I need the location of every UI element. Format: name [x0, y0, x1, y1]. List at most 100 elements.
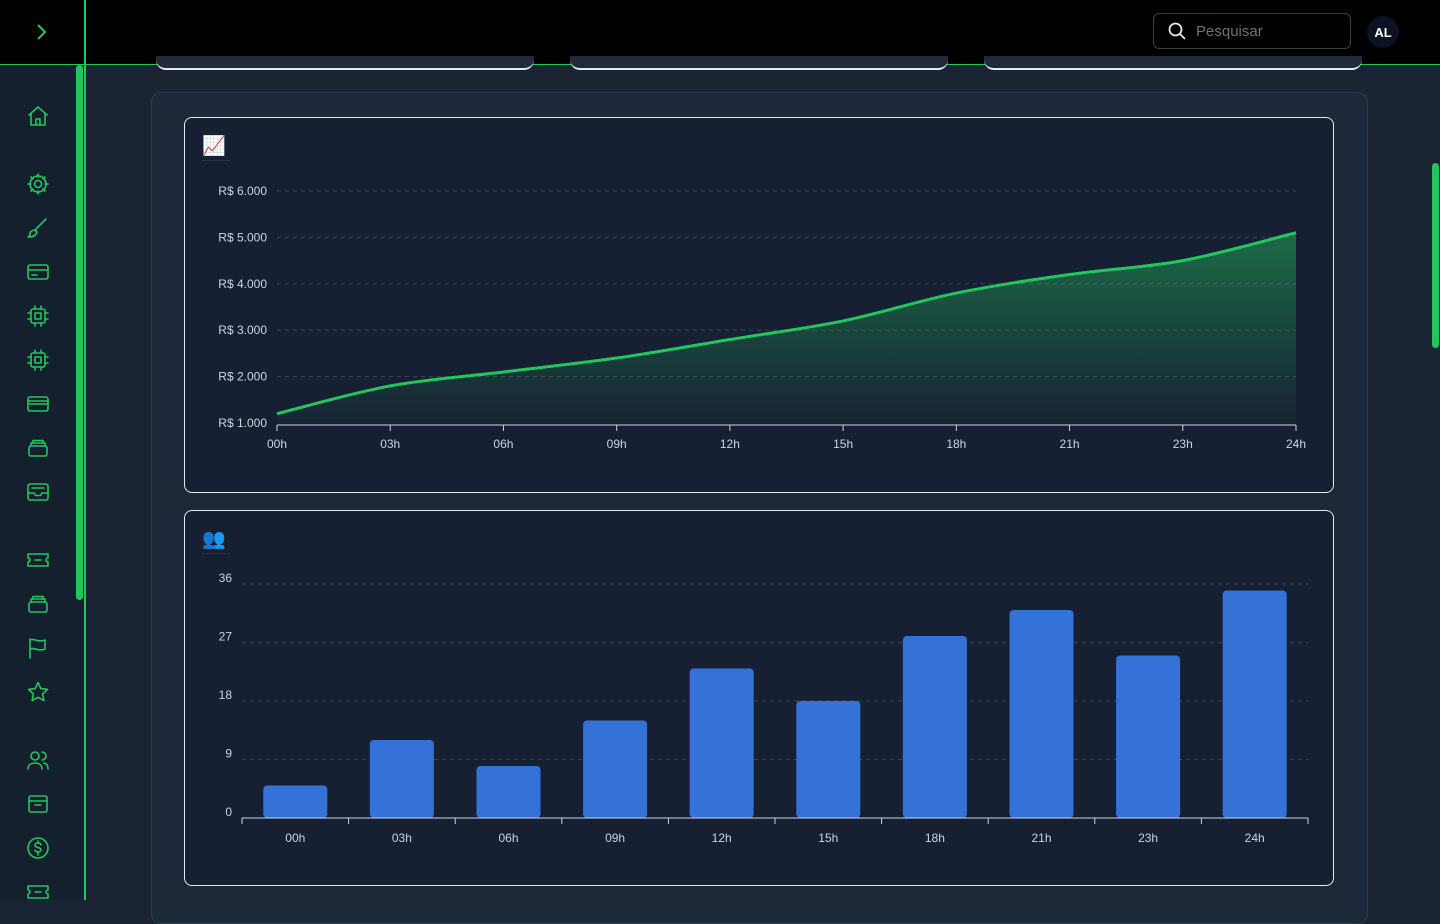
sidebar-item-layers[interactable] [26, 592, 50, 616]
revenue-area [277, 232, 1296, 423]
sidebar-item-users[interactable] [26, 748, 50, 772]
revenue-point [501, 370, 505, 374]
home-icon [28, 106, 48, 126]
bar[interactable] [689, 668, 754, 819]
sidebar-item-brush[interactable] [26, 216, 50, 240]
archive-icon [28, 795, 48, 813]
revenue-point [728, 337, 732, 341]
summary-card [984, 56, 1362, 70]
chevron-right-icon [37, 24, 47, 40]
sidebar-item-ticket[interactable] [26, 548, 50, 572]
sidebar-item-dollar[interactable] [26, 836, 50, 860]
settings-icon [27, 173, 49, 195]
ticket-icon [27, 553, 49, 567]
y-tick-label: 27 [219, 630, 233, 644]
x-tick-label: 18h [925, 831, 945, 845]
ticket-icon [27, 885, 49, 899]
chip-icon [27, 349, 49, 371]
x-tick-label: 12h [720, 437, 740, 451]
star-icon [27, 681, 49, 702]
revenue-point [615, 356, 619, 360]
x-tick-label: 00h [285, 831, 305, 845]
revenue-point [1294, 231, 1298, 235]
revenue-chart-card: 📈 R$ 1.000 R$ 2.000 R$ 3.000 R$ 4.000 R$ 5.0… [184, 117, 1334, 493]
layers-icon [28, 439, 48, 457]
y-tick-label: R$ 3.000 [218, 323, 267, 337]
x-tick-label: 12h [712, 831, 732, 845]
layers-icon [28, 595, 48, 613]
sidebar-item-home[interactable] [26, 104, 50, 128]
bar[interactable] [263, 785, 328, 819]
y-tick-label: R$ 6.000 [218, 184, 267, 198]
x-tick-label: 06h [493, 437, 513, 451]
sidebar-item-ticket[interactable] [26, 880, 50, 904]
revenue-point [1181, 259, 1185, 263]
y-tick-label: R$ 4.000 [218, 277, 267, 291]
bar[interactable] [1009, 610, 1074, 818]
sidebar-item-chip[interactable] [26, 304, 50, 328]
x-tick-label: 21h [1060, 437, 1080, 451]
revenue-chart: R$ 1.000 R$ 2.000 R$ 3.000 R$ 4.000 R$ 5.000… [218, 184, 1306, 451]
flag-icon [29, 638, 46, 659]
users-chart: 0 9 18 27 36 00h 03h 06h 09h 12h 15h 18h 21h 23h 24h [219, 571, 1309, 845]
x-tick-label: 09h [605, 831, 625, 845]
y-tick-label: 18 [219, 688, 233, 702]
users-icon [27, 751, 49, 770]
x-tick-label: 24h [1286, 437, 1306, 451]
sidebar-item-layers[interactable] [26, 436, 50, 460]
sidebar-item-star[interactable] [26, 680, 50, 704]
chip-icon [27, 305, 49, 327]
bar[interactable] [902, 636, 967, 818]
revenue-point [275, 412, 279, 416]
bar[interactable] [1222, 590, 1287, 819]
summary-card [156, 56, 534, 70]
sidebar-item-credit-card[interactable] [26, 260, 50, 284]
dollar-icon [27, 837, 49, 859]
inbox-icon [27, 483, 49, 501]
users-chart-card: 👥 0 9 18 27 36 00h 03h 06h 09h 12h 15h 18h 21h 23h 24h [184, 510, 1334, 886]
summary-card [570, 56, 948, 70]
y-tick-label: R$ 5.000 [218, 230, 267, 244]
credit-card-icon [27, 264, 49, 280]
wallet-card-icon [27, 396, 49, 412]
x-tick-label: 09h [607, 437, 627, 451]
revenue-point [841, 319, 845, 323]
y-tick-label: 9 [225, 747, 232, 761]
bar[interactable] [369, 740, 434, 818]
search-icon [1168, 22, 1186, 40]
revenue-point [388, 384, 392, 388]
x-tick-label: 15h [818, 831, 838, 845]
x-tick-label: 06h [498, 831, 518, 845]
x-tick-label: 03h [392, 831, 412, 845]
avatar[interactable]: AL [1367, 16, 1399, 48]
search-input[interactable] [1194, 21, 1338, 41]
revenue-point [1068, 273, 1072, 277]
bar[interactable] [1116, 655, 1181, 819]
sidebar-item-wallet-card[interactable] [26, 392, 50, 416]
x-tick-label: 24h [1245, 831, 1265, 845]
sidebar-scrollbar[interactable] [76, 65, 83, 600]
bar[interactable] [796, 701, 861, 818]
x-tick-label: 15h [833, 437, 853, 451]
page-scrollbar[interactable] [1432, 163, 1439, 348]
sidebar-item-archive[interactable] [26, 792, 50, 816]
x-tick-label: 23h [1138, 831, 1158, 845]
sidebar-item-chip[interactable] [26, 348, 50, 372]
y-tick-label: 36 [219, 571, 233, 585]
x-tick-label: 03h [380, 437, 400, 451]
sidebar-item-flag[interactable] [26, 636, 50, 660]
revenue-point [954, 291, 958, 295]
y-tick-label: R$ 2.000 [218, 370, 267, 384]
x-tick-label: 00h [267, 437, 287, 451]
y-tick-label: 0 [225, 805, 232, 819]
bar[interactable] [476, 766, 541, 818]
sidebar-item-settings[interactable] [26, 172, 50, 196]
x-tick-label: 21h [1031, 831, 1051, 845]
search-box[interactable] [1153, 13, 1351, 49]
brush-icon [27, 218, 47, 238]
sidebar-toggle-button[interactable] [0, 0, 86, 64]
x-tick-label: 23h [1173, 437, 1193, 451]
bar[interactable] [583, 720, 648, 819]
y-tick-label: R$ 1.000 [218, 416, 267, 430]
sidebar-item-inbox[interactable] [26, 480, 50, 504]
